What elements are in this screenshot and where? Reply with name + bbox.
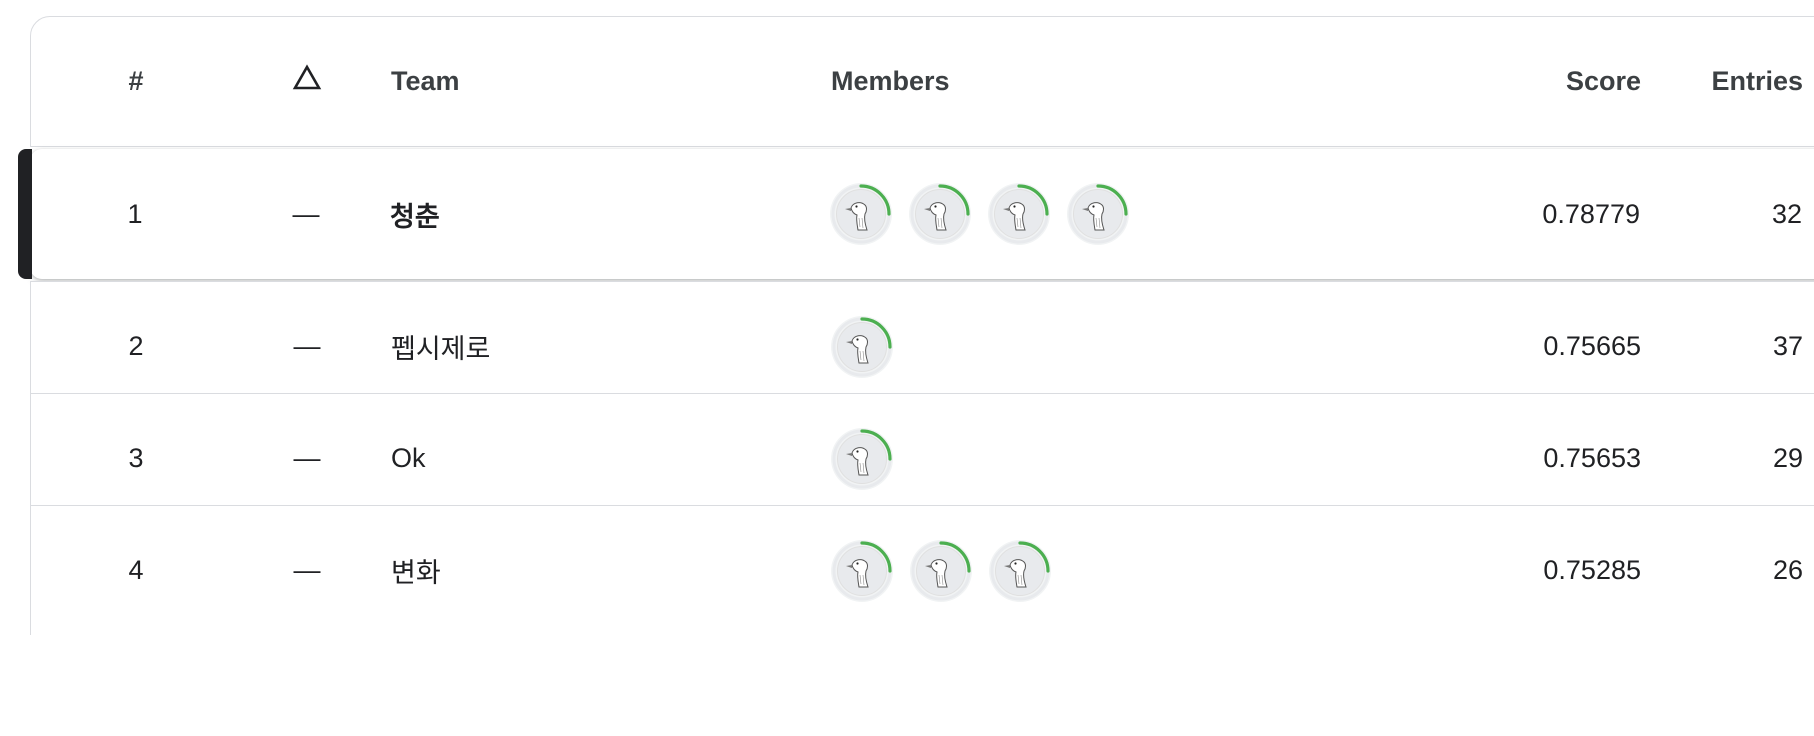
progress-ring <box>910 184 970 244</box>
entries-count: 26 <box>1772 555 1803 585</box>
leaderboard-header: # Team Members Score Entries <box>30 16 1814 147</box>
progress-ring <box>832 540 892 600</box>
score-value: 0.75665 <box>1543 331 1641 361</box>
progress-ring <box>989 184 1049 244</box>
progress-ring <box>832 428 892 488</box>
entries-count: 37 <box>1772 331 1803 361</box>
member-avatar[interactable] <box>1067 183 1129 245</box>
members-list <box>831 282 1351 411</box>
progress-ring <box>990 540 1050 600</box>
member-avatar[interactable] <box>989 539 1051 602</box>
leaderboard-row[interactable]: 3 — Ok 0.75653 29 <box>30 393 1814 523</box>
rank-value: 4 <box>128 555 144 585</box>
score-column-header[interactable]: Score <box>1351 17 1641 146</box>
score-value: 0.78779 <box>1542 198 1640 229</box>
entries-count: 29 <box>1772 443 1803 473</box>
leaderboard-row[interactable]: 4 — 변화 0.75285 26 <box>30 505 1814 635</box>
member-avatar[interactable] <box>831 315 893 378</box>
entries-count: 32 <box>1771 198 1802 229</box>
member-avatar[interactable] <box>909 183 971 245</box>
progress-ring <box>1068 184 1128 244</box>
member-avatar[interactable] <box>831 427 893 490</box>
rank-value: 1 <box>127 198 143 229</box>
rank-change-value: — <box>293 443 321 473</box>
triangle-outline-icon <box>292 63 322 89</box>
rank-change-value: — <box>292 198 320 229</box>
rank-change-value: — <box>293 555 321 585</box>
leaderboard-row[interactable]: 1 — 청춘 0.78779 32 <box>18 149 1814 279</box>
rank-value: 3 <box>128 443 144 473</box>
entries-column-header[interactable]: Entries <box>1661 17 1803 146</box>
member-avatar[interactable] <box>988 183 1050 245</box>
leaderboard-row[interactable]: 2 — 펩시제로 0.75665 37 <box>30 281 1814 411</box>
team-name-link[interactable]: 펩시제로 <box>391 282 811 411</box>
members-list <box>831 506 1351 635</box>
team-column-header[interactable]: Team <box>391 17 811 146</box>
delta-column-header[interactable] <box>267 17 347 146</box>
team-name-link[interactable]: 청춘 <box>390 149 810 279</box>
progress-ring <box>911 540 971 600</box>
score-value: 0.75653 <box>1543 443 1641 473</box>
members-list <box>831 394 1351 523</box>
progress-ring <box>831 184 891 244</box>
team-name-link[interactable]: 변화 <box>391 506 811 635</box>
rank-change-value: — <box>293 331 321 361</box>
score-value: 0.75285 <box>1543 555 1641 585</box>
progress-ring <box>832 316 892 376</box>
leaderboard: # Team Members Score Entries 1 — 청춘 0.787… <box>18 16 1814 736</box>
rank-value: 2 <box>128 331 144 361</box>
member-avatar[interactable] <box>830 183 892 245</box>
members-column-header: Members <box>831 66 950 96</box>
team-name-link[interactable]: Ok <box>391 394 811 523</box>
members-list <box>830 149 1350 279</box>
member-avatar[interactable] <box>910 539 972 602</box>
member-avatar[interactable] <box>831 539 893 602</box>
rank-column-header[interactable]: # <box>31 17 241 146</box>
